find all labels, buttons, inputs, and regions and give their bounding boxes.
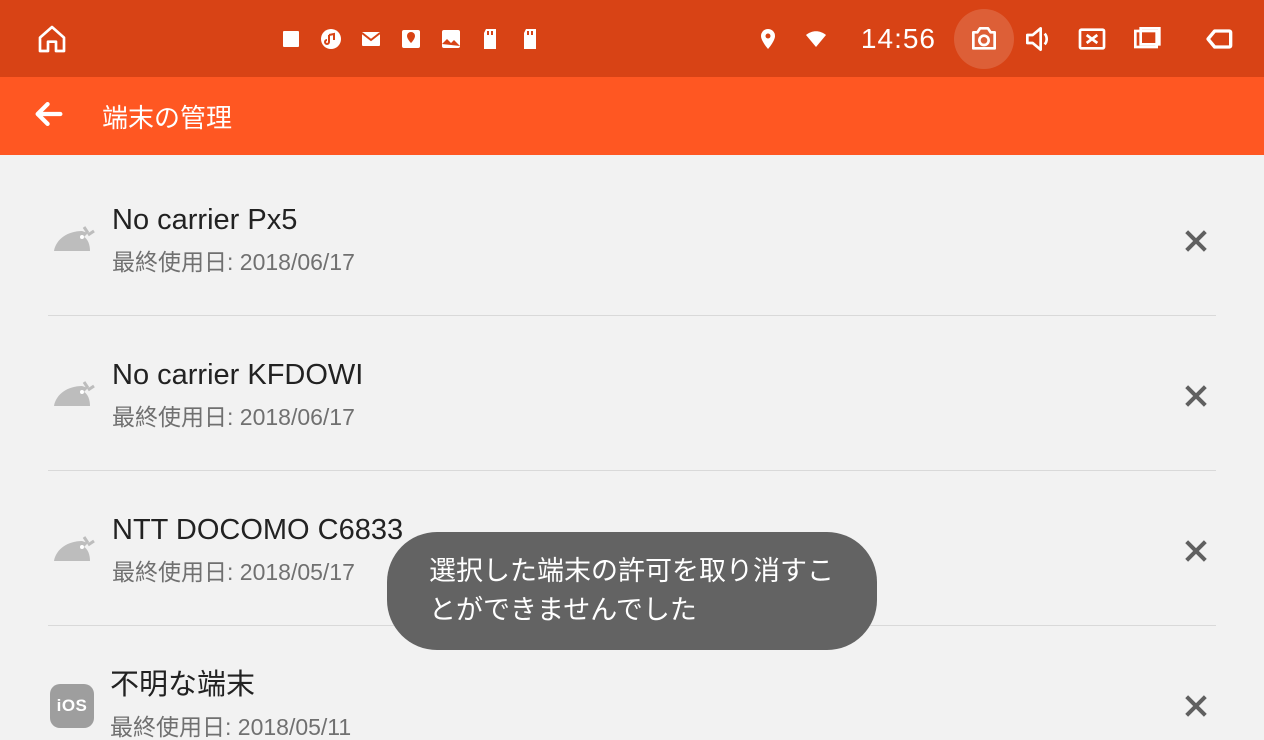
remove-device-button[interactable]: [1176, 376, 1216, 416]
close-window-icon[interactable]: [1076, 23, 1108, 55]
maps-icon: [398, 26, 424, 52]
back-system-icon[interactable]: [1204, 23, 1236, 55]
remove-device-button[interactable]: [1176, 686, 1216, 726]
home-icon[interactable]: [36, 23, 68, 55]
device-last-used: 最終使用日: 2018/06/17: [112, 398, 363, 432]
device-name: No carrier Px5: [112, 205, 355, 237]
remove-device-button[interactable]: [1176, 531, 1216, 571]
system-status-bar: 14:56: [0, 0, 1264, 77]
device-list: No carrier Px5 最終使用日: 2018/06/17 No carr…: [0, 155, 1264, 740]
device-last-used: 最終使用日: 2018/05/11: [110, 708, 351, 740]
volume-icon[interactable]: [1022, 23, 1054, 55]
device-row: No carrier Px5 最終使用日: 2018/06/17: [48, 155, 1216, 316]
wifi-icon: [803, 26, 829, 52]
app-bar: 端末の管理: [0, 77, 1264, 155]
android-icon: [48, 376, 100, 416]
ios-icon: iOS: [50, 684, 94, 728]
device-name: 不明な端末: [110, 670, 351, 702]
music-icon: [318, 26, 344, 52]
clock-time: 14:56: [861, 23, 936, 55]
screenshot-icon[interactable]: [968, 23, 1000, 55]
device-name: NTT DOCOMO C6833: [112, 515, 403, 547]
remove-device-button[interactable]: [1176, 221, 1216, 261]
sd-icon-2: [518, 26, 544, 52]
fullscreen-icon[interactable]: [1130, 23, 1162, 55]
device-row: No carrier KFDOWI 最終使用日: 2018/06/17: [48, 316, 1216, 471]
sd-icon: [478, 26, 504, 52]
page-title: 端末の管理: [102, 98, 232, 135]
android-icon: [48, 221, 100, 261]
square-icon: [278, 26, 304, 52]
location-icon: [755, 26, 781, 52]
device-name: No carrier KFDOWI: [112, 360, 363, 392]
toast-message: 選択した端末の許可を取り消すことができませんでした: [387, 532, 877, 650]
android-icon: [48, 531, 100, 571]
device-last-used: 最終使用日: 2018/05/17: [112, 553, 403, 587]
back-button[interactable]: [32, 97, 66, 136]
notification-tray: [68, 26, 755, 52]
mail-icon: [358, 26, 384, 52]
device-last-used: 最終使用日: 2018/06/17: [112, 243, 355, 277]
photo-icon: [438, 26, 464, 52]
